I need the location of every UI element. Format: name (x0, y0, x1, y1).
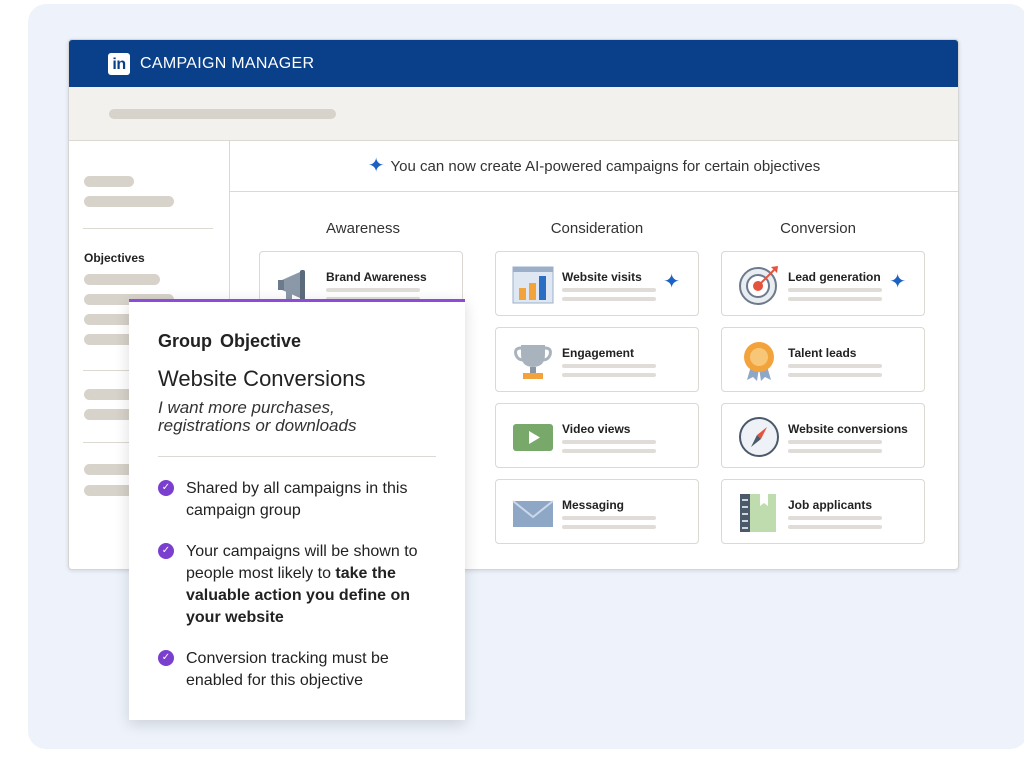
award-badge-icon (744, 342, 774, 381)
ai-spark-icon: ✦ (889, 271, 906, 293)
sidebar-objectives-label[interactable]: Objectives (84, 251, 145, 265)
card-placeholder-line (326, 288, 420, 292)
ai-spark-icon: ✦ (663, 271, 680, 293)
card-placeholder-line (562, 440, 656, 444)
popup-bullet-text: Shared by all campaigns in this campaign… (186, 480, 408, 519)
card-label: Job applicants (788, 498, 873, 512)
objective-card-job-applicants[interactable]: Job applicants (721, 479, 925, 544)
ai-spark-icon: ✦ (367, 155, 385, 177)
envelope-icon (512, 500, 554, 527)
check-circle-icon: ✓ (158, 480, 174, 496)
objective-card-engagement[interactable]: Engagement (495, 327, 699, 392)
card-label: Talent leads (788, 346, 857, 360)
card-label: Website visits (562, 270, 642, 284)
group-objective-popup: Group Objective Website Conversions I wa… (129, 299, 465, 720)
popup-bullet-text: Your campaigns will be shown to people m… (186, 541, 436, 629)
card-placeholder-line (562, 449, 656, 453)
popup-objective-name: Website Conversions (158, 366, 366, 391)
card-label: Video views (562, 422, 631, 436)
card-placeholder-line (788, 516, 882, 520)
card-placeholder-line (788, 449, 882, 453)
column-header-awareness: Awareness (326, 220, 400, 237)
banner-text: You can now create AI-powered campaigns … (390, 157, 821, 175)
objective-card-talent-leads[interactable]: Talent leads (721, 327, 925, 392)
popup-divider (158, 456, 436, 457)
card-placeholder-line (562, 297, 656, 301)
check-circle-icon: ✓ (158, 650, 174, 666)
app-title: CAMPAIGN MANAGER (140, 54, 315, 72)
play-video-icon (513, 424, 553, 451)
card-placeholder-line (562, 525, 656, 529)
card-placeholder-line (562, 288, 656, 292)
card-placeholder-line (562, 516, 656, 520)
card-placeholder-line (788, 525, 882, 529)
column-header-consideration: Consideration (550, 220, 644, 237)
popup-bullet: ✓ Your campaigns will be shown to people… (158, 541, 448, 629)
ai-campaigns-banner: ✦ You can now create AI-powered campaign… (230, 141, 958, 192)
compass-icon (739, 417, 779, 457)
sidebar-divider (83, 228, 213, 229)
card-placeholder-line (562, 364, 656, 368)
card-placeholder-line (788, 288, 882, 292)
objective-card-website-visits[interactable]: Website visits ✦ (495, 251, 699, 316)
card-placeholder-line (562, 373, 656, 377)
popup-bullet: ✓ Conversion tracking must be enabled fo… (158, 648, 448, 692)
popup-bullet: ✓ Shared by all campaigns in this campai… (158, 478, 448, 522)
card-label: Brand Awareness (326, 270, 427, 284)
objective-card-video-views[interactable]: Video views (495, 403, 699, 468)
card-placeholder-line (788, 440, 882, 444)
sidebar-skeleton-line (84, 274, 160, 285)
card-label: Lead generation (788, 270, 881, 284)
objective-card-lead-generation[interactable]: Lead generation ✦ (721, 251, 925, 316)
card-label: Messaging (562, 498, 625, 512)
popup-heading: Group Objective (158, 331, 302, 351)
app-header: in CAMPAIGN MANAGER (69, 40, 958, 87)
trophy-icon (514, 345, 552, 379)
target-icon (739, 266, 778, 305)
popup-bullet-text: Conversion tracking must be enabled for … (186, 650, 389, 689)
toolbar (69, 87, 958, 141)
linkedin-logo[interactable]: in (108, 52, 130, 75)
card-label: Website conversions (788, 422, 908, 436)
card-placeholder-line (788, 373, 882, 377)
column-header-conversion: Conversion (780, 220, 856, 237)
bar-chart-icon (512, 266, 554, 304)
card-label: Engagement (562, 346, 635, 360)
popup-description: I want more purchases, registrations or … (158, 398, 357, 435)
notebook-icon (740, 494, 776, 532)
search-placeholder-bar[interactable] (109, 109, 336, 119)
sidebar-skeleton-line (84, 176, 134, 187)
card-placeholder-line (788, 297, 882, 301)
objective-card-messaging[interactable]: Messaging (495, 479, 699, 544)
card-placeholder-line (788, 364, 882, 368)
objective-card-website-conversions[interactable]: Website conversions (721, 403, 925, 468)
sidebar-skeleton-line (84, 196, 174, 207)
check-circle-icon: ✓ (158, 543, 174, 559)
